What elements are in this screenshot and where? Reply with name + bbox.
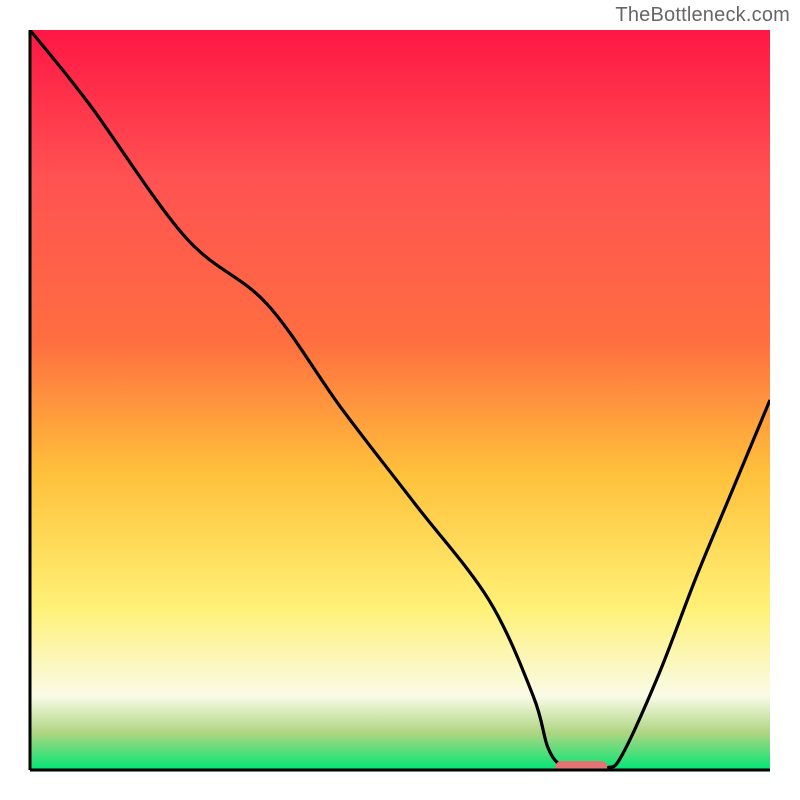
bottleneck-chart [0, 0, 800, 800]
gradient-background [30, 30, 770, 770]
optimal-marker [555, 761, 607, 774]
watermark-text: TheBottleneck.com [615, 4, 790, 27]
